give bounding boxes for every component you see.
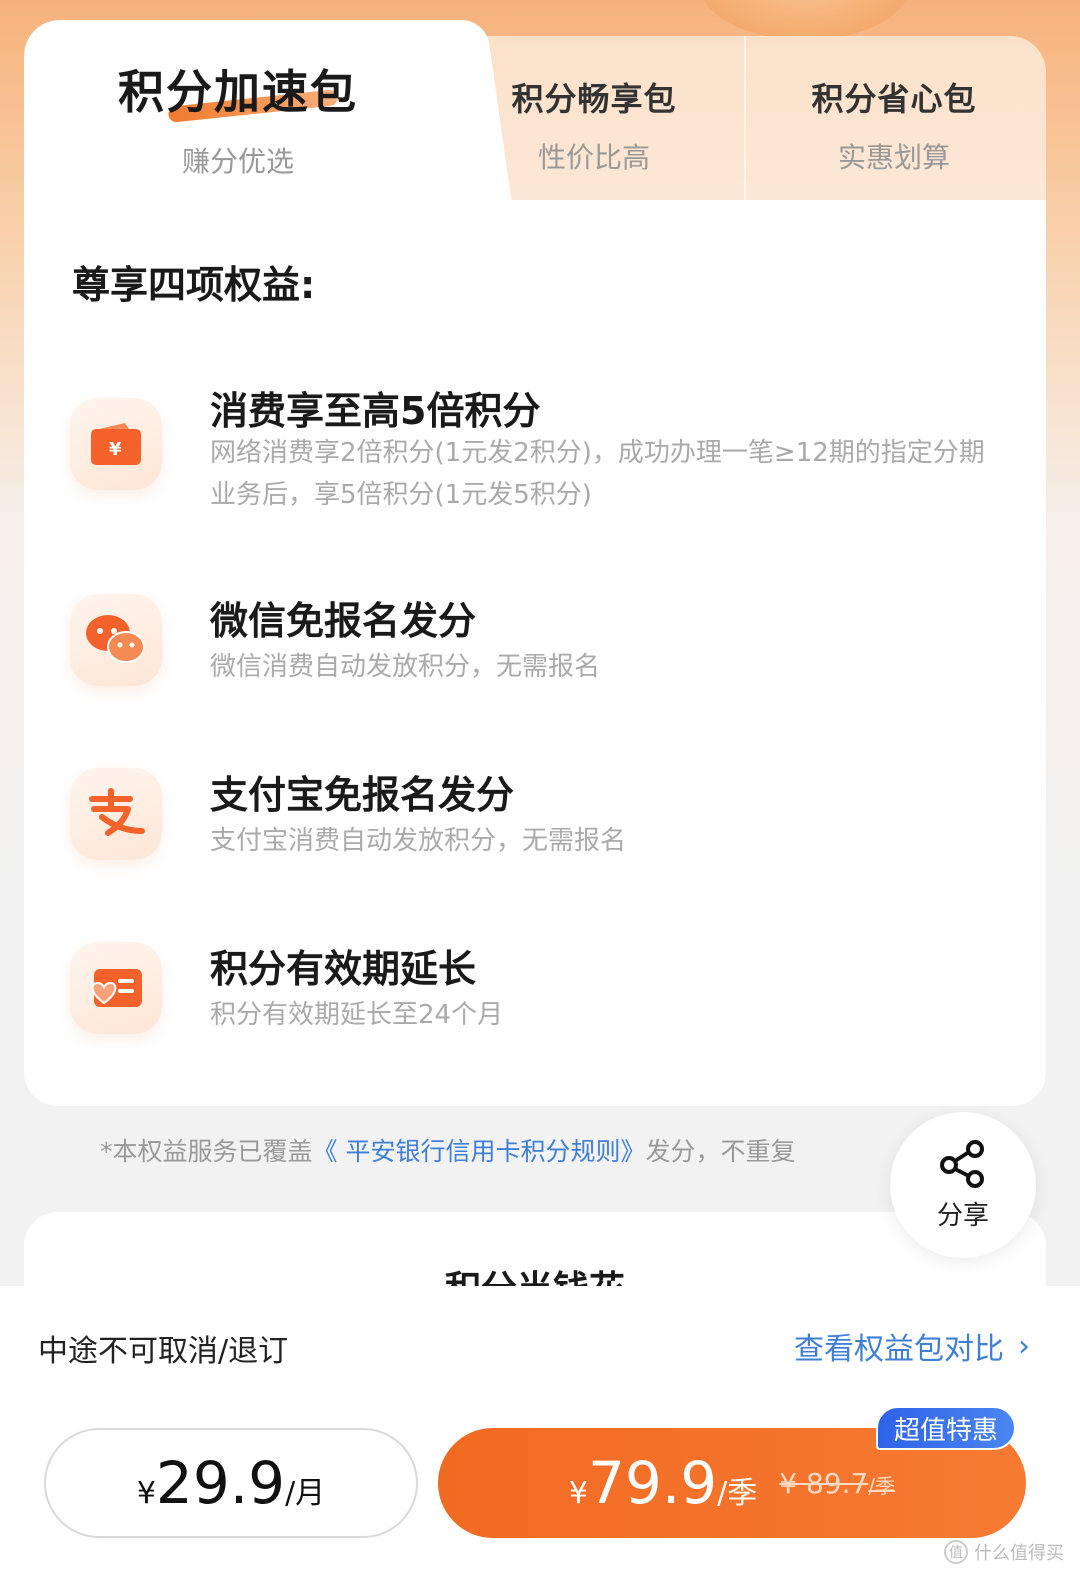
benefits-card: 尊享四项权益: ¥ 消费享至高5倍积分 网络消费享2倍积分(1元发2积分)，成功… bbox=[24, 200, 1046, 1106]
points-rules-link[interactable]: 《 平安银行信用卡积分规则》 bbox=[313, 1137, 646, 1166]
price-currency: ¥ bbox=[136, 1476, 156, 1511]
wallet-yen-icon: ¥ bbox=[70, 398, 162, 490]
share-icon bbox=[940, 1139, 984, 1188]
tab-worry-free[interactable]: 积分省心包 实惠划算 bbox=[794, 74, 994, 176]
share-label: 分享 bbox=[936, 1200, 989, 1231]
tab-enjoy[interactable]: 积分畅享包 性价比高 bbox=[494, 74, 694, 176]
benefit-description: 积分有效期延长至24个月 bbox=[210, 1000, 504, 1030]
benefits-heading: 尊享四项权益: bbox=[72, 263, 316, 307]
price-unit: /季 bbox=[717, 1476, 758, 1511]
heart-card-icon bbox=[70, 942, 162, 1034]
compare-packages-link[interactable]: 查看权益包对比 › bbox=[794, 1324, 1030, 1368]
cancel-notice: 中途不可取消/退订 bbox=[38, 1334, 289, 1369]
benefit-title: 积分有效期延长 bbox=[210, 947, 477, 991]
monthly-plan-button[interactable]: ¥29.9/月 bbox=[44, 1428, 418, 1538]
wechat-icon bbox=[70, 594, 162, 686]
note-suffix: 发分，不重复 bbox=[645, 1137, 796, 1166]
price-currency: ¥ bbox=[568, 1476, 589, 1511]
price-unit: /月 bbox=[285, 1476, 326, 1511]
watermark: 值 什么值得买 bbox=[944, 1539, 1064, 1565]
original-price-amount: ¥ 89.7 bbox=[779, 1466, 869, 1500]
share-button[interactable]: 分享 bbox=[890, 1112, 1036, 1258]
price-amount: 29.9 bbox=[155, 1449, 286, 1517]
compare-label: 查看权益包对比 bbox=[794, 1332, 1004, 1367]
price-amount: 79.9 bbox=[588, 1449, 718, 1517]
monthly-price: ¥29.9/月 bbox=[137, 1449, 325, 1517]
package-tabs: 积分加速包 赚分优选 积分畅享包 性价比高 积分省心包 实惠划算 bbox=[24, 20, 1046, 220]
benefit-description: 支付宝消费自动发放积分，无需报名 bbox=[210, 826, 627, 856]
alipay-icon bbox=[70, 768, 162, 860]
watermark-text: 什么值得买 bbox=[974, 1543, 1064, 1564]
benefit-description: 微信消费自动发放积分，无需报名 bbox=[210, 652, 601, 682]
tab-divider bbox=[744, 36, 746, 212]
tab-title: 积分畅享包 bbox=[511, 80, 677, 118]
original-price: ¥ 89.7/季 bbox=[779, 1467, 895, 1500]
purchase-bar: 中途不可取消/退订 查看权益包对比 › ¥29.9/月 ¥79.9/季 ¥ 89… bbox=[0, 1286, 1080, 1581]
benefit-description: 网络消费享2倍积分(1元发2积分)，成功办理一笔≥12期的指定分期业务后，享5倍… bbox=[210, 438, 985, 510]
svg-text:¥: ¥ bbox=[109, 439, 122, 460]
benefit-title: 微信免报名发分 bbox=[210, 599, 477, 643]
original-price-unit: /季 bbox=[868, 1473, 896, 1498]
benefit-title: 消费享至高5倍积分 bbox=[210, 389, 541, 433]
tab-subtitle: 实惠划算 bbox=[837, 141, 950, 174]
watermark-logo-icon: 值 bbox=[944, 1540, 968, 1564]
tab-subtitle: 赚分优选 bbox=[181, 145, 294, 178]
tab-accelerate[interactable]: 积分加速包 赚分优选 bbox=[108, 56, 368, 180]
tab-subtitle: 性价比高 bbox=[537, 141, 650, 174]
special-offer-badge: 超值特惠 bbox=[876, 1406, 1017, 1450]
coverage-note: *本权益服务已覆盖《 平安银行信用卡积分规则》发分，不重复 bbox=[100, 1132, 795, 1168]
benefit-title: 支付宝免报名发分 bbox=[210, 773, 515, 817]
chevron-right-icon: › bbox=[1018, 1328, 1030, 1364]
tab-title: 积分加速包 bbox=[118, 65, 358, 119]
tab-title: 积分省心包 bbox=[811, 80, 977, 118]
note-prefix: *本权益服务已覆盖 bbox=[100, 1137, 313, 1166]
quarterly-price: ¥79.9/季 bbox=[569, 1449, 757, 1517]
